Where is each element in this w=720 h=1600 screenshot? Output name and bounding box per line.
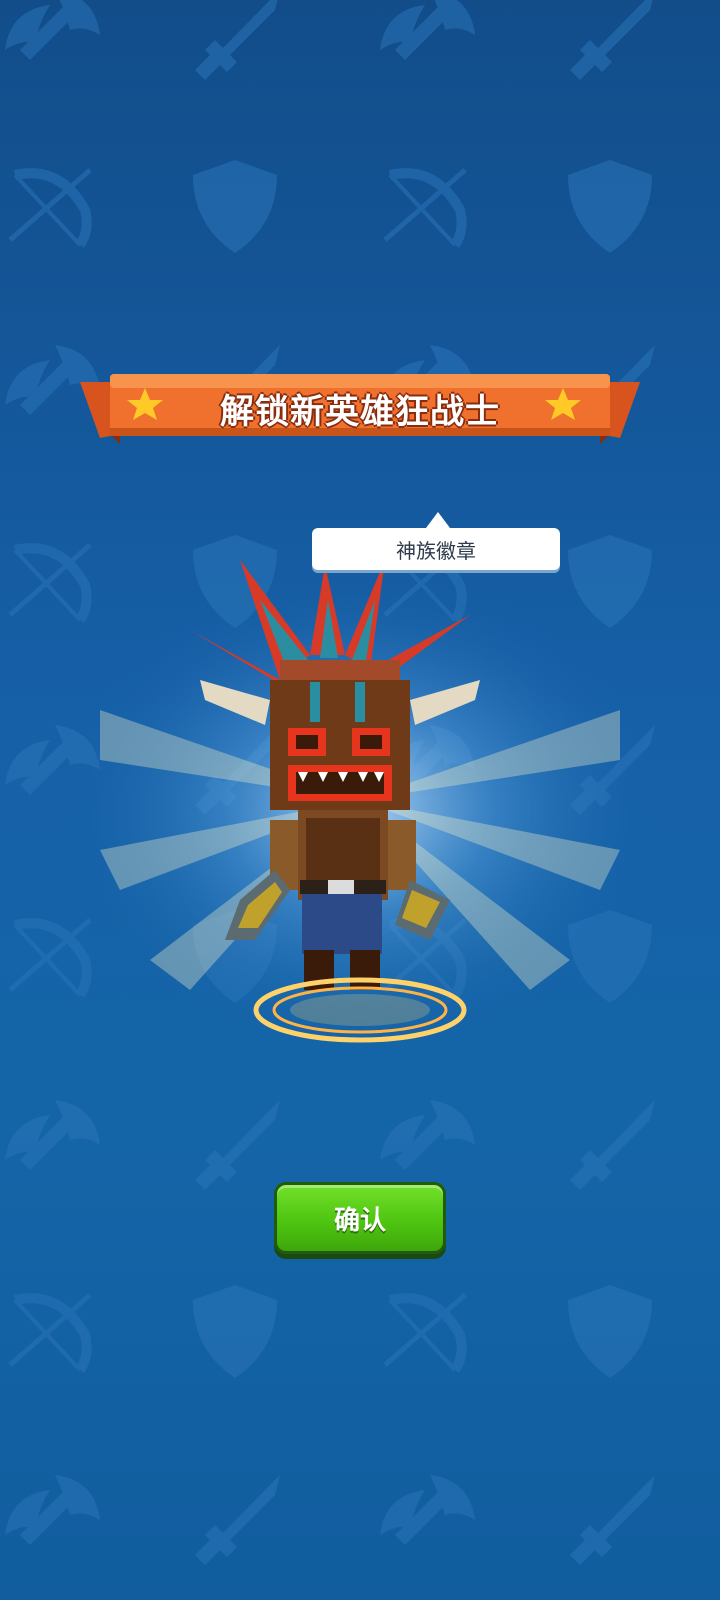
axe-icon xyxy=(380,1475,475,1545)
sword-icon xyxy=(570,1475,655,1565)
pattern-row-9 xyxy=(5,1475,655,1565)
bow-icon xyxy=(10,170,90,245)
tiki-mask xyxy=(270,680,410,810)
bow-icon xyxy=(385,1295,465,1370)
confirm-button[interactable]: 确认 xyxy=(274,1182,446,1254)
hero-pedestal-ring xyxy=(253,977,467,1043)
axe-icon xyxy=(5,1100,100,1170)
banner-title: 解锁新英雄狂战士 xyxy=(220,391,500,432)
left-horn xyxy=(200,680,270,725)
sword-icon xyxy=(570,0,655,80)
pattern-row-2 xyxy=(10,160,652,253)
hero-body xyxy=(270,810,416,990)
axe-icon xyxy=(5,1475,100,1545)
hero-berserker xyxy=(190,560,480,990)
sword-icon xyxy=(195,1475,280,1565)
sword-icon xyxy=(195,0,280,80)
left-hand-axe xyxy=(225,870,290,940)
axe-icon xyxy=(5,0,100,60)
pattern-row-1 xyxy=(5,0,655,80)
pattern-row-7 xyxy=(5,1100,655,1190)
tooltip-arrow xyxy=(426,512,450,528)
sword-icon xyxy=(195,1100,280,1190)
bow-icon xyxy=(10,1295,90,1370)
axe-icon xyxy=(380,1100,475,1170)
shield-icon xyxy=(193,1285,277,1378)
badge-tooltip: 神族徽章 xyxy=(312,528,560,570)
right-horn xyxy=(410,680,480,725)
bow-icon xyxy=(385,170,465,245)
pattern-row-8 xyxy=(10,1285,652,1378)
shield-icon xyxy=(568,1285,652,1378)
axe-icon xyxy=(380,0,475,60)
sword-icon xyxy=(570,1100,655,1190)
shield-icon xyxy=(568,160,652,253)
shield-icon xyxy=(193,160,277,253)
